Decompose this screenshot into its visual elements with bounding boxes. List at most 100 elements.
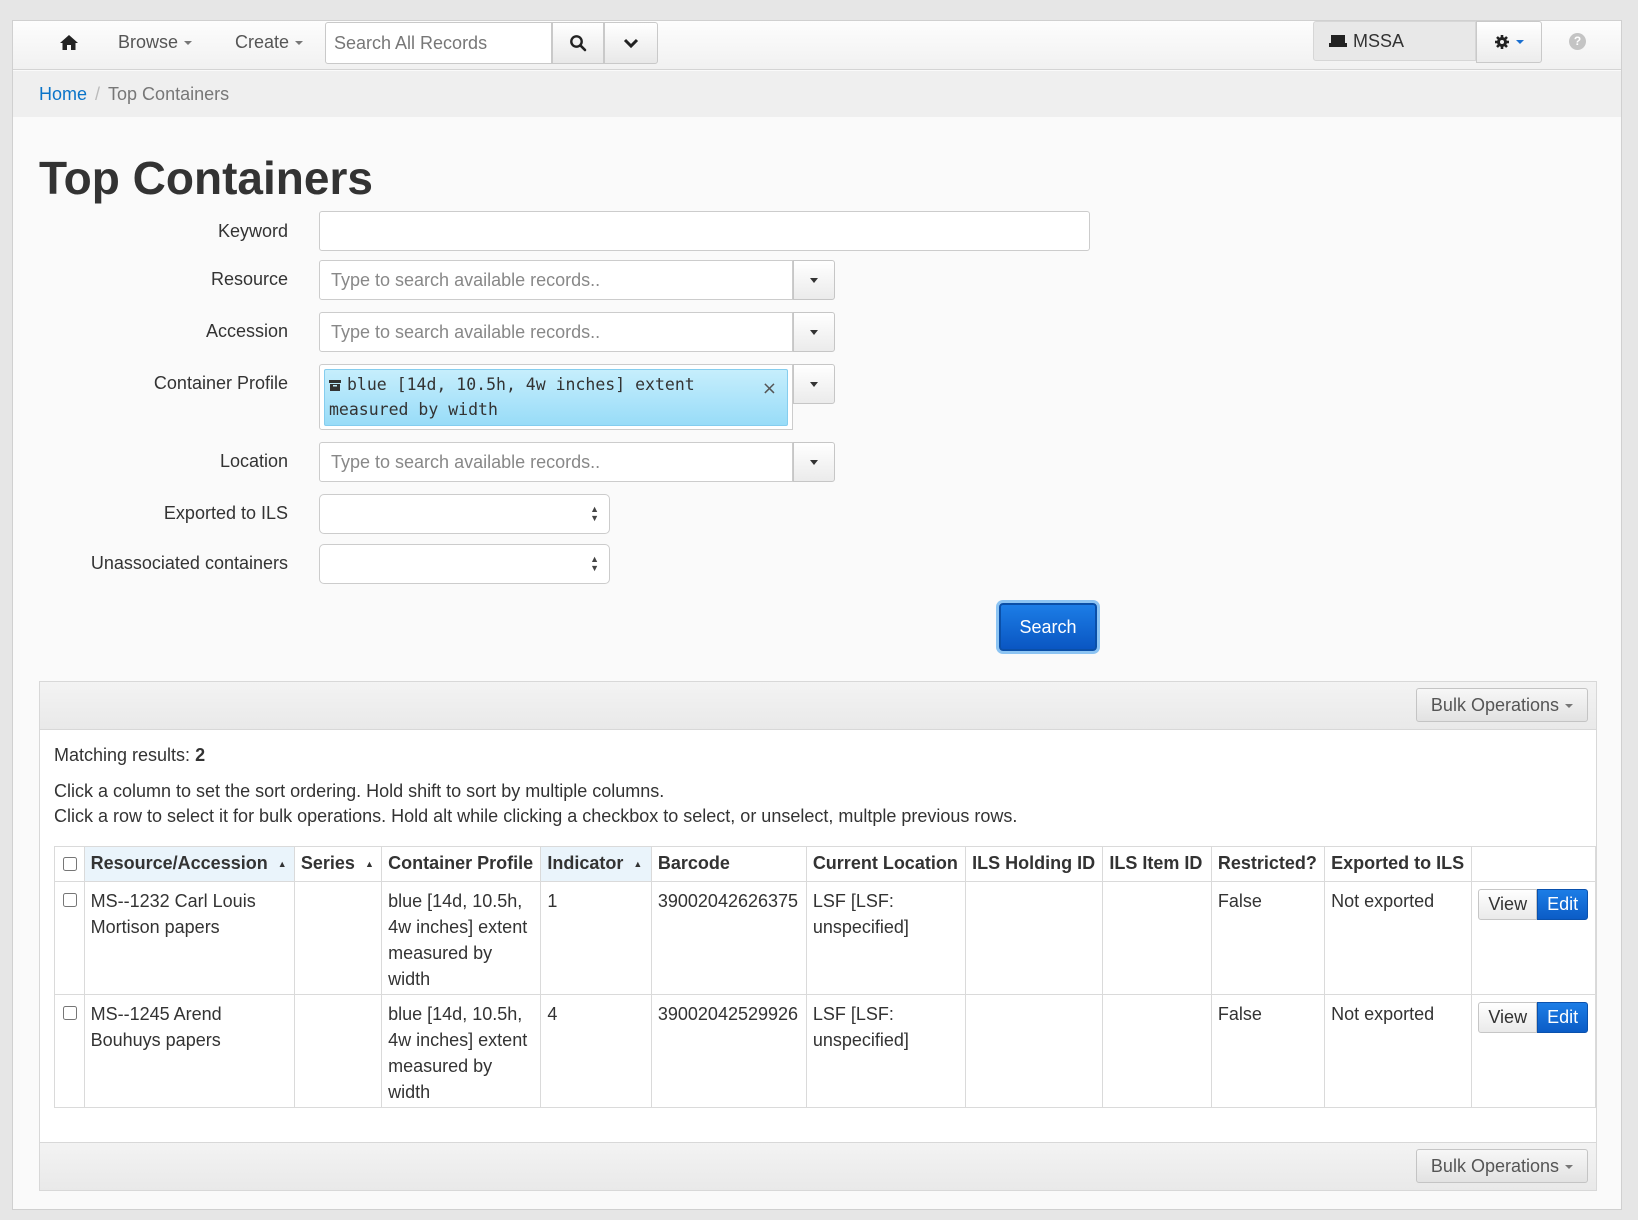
container-profile-dropdown-button[interactable] [793, 364, 835, 404]
caret-down-icon [1565, 703, 1573, 708]
search-submit-button[interactable]: Search [999, 603, 1097, 651]
caret-down-icon [810, 329, 818, 335]
col-current-location[interactable]: Current Location [805, 846, 967, 882]
col-exported-to-ils[interactable]: Exported to ILS [1324, 846, 1473, 882]
keyword-input[interactable] [319, 211, 1090, 251]
cell-location: LSF [LSF: unspecified] [805, 994, 967, 1108]
bulk-operations-button[interactable]: Bulk Operations [1415, 688, 1588, 722]
search-button[interactable] [552, 22, 604, 64]
breadcrumb: Home / Top Containers [13, 71, 1621, 117]
col-container-profile[interactable]: Container Profile [381, 846, 542, 882]
col-ils-item-id[interactable]: ILS Item ID [1102, 846, 1212, 882]
bulk-operations-label: Bulk Operations [1430, 694, 1559, 715]
col-series[interactable]: Series ▲ [293, 846, 383, 882]
search-all-input[interactable] [325, 22, 552, 64]
breadcrumb-home-link[interactable]: Home [39, 84, 87, 104]
exported-select[interactable]: ▲ ▼ [319, 494, 610, 534]
col-resource-accession[interactable]: Resource/Accession ▲ [83, 846, 295, 882]
cell-resource: MS--1232 Carl Louis Mortison papers [83, 881, 295, 995]
row-checkbox[interactable] [63, 1006, 77, 1020]
select-all-checkbox[interactable] [63, 857, 77, 871]
resource-dropdown-button[interactable] [793, 260, 835, 300]
container-profile-label: Container Profile [153, 373, 288, 393]
close-icon[interactable]: × [762, 376, 777, 401]
caret-down-icon [810, 277, 818, 283]
cell-barcode: 39002042626375 [650, 881, 807, 995]
cell-indicator: 1 [540, 881, 652, 995]
browse-menu[interactable]: Browse [118, 32, 193, 53]
edit-button[interactable]: Edit [1537, 889, 1589, 920]
unassociated-select[interactable]: ▲ ▼ [319, 544, 610, 584]
chevron-down-icon [623, 38, 639, 49]
cell-series [293, 881, 383, 995]
create-label: Create [235, 32, 290, 52]
accession-typeahead-input[interactable] [319, 312, 793, 352]
keyword-label: Keyword [217, 221, 288, 241]
select-help-text: Click a row to select it for bulk operat… [54, 806, 1018, 826]
col-exported-label: Exported to ILS [1331, 853, 1465, 873]
col-barcode[interactable]: Barcode [650, 846, 807, 882]
browse-label: Browse [118, 32, 179, 52]
matching-results-count: 2 [195, 745, 206, 765]
matching-results-label: Matching results: [54, 745, 191, 765]
cell-series [293, 994, 383, 1108]
help-icon[interactable]: ? [1569, 33, 1586, 50]
cell-actions: View Edit [1471, 881, 1596, 995]
create-menu[interactable]: Create [235, 32, 304, 53]
cell-indicator: 4 [540, 994, 652, 1108]
results-toolbar-top: Bulk Operations [40, 682, 1596, 730]
col-profile-label: Container Profile [388, 853, 534, 873]
table-row[interactable]: MS--1232 Carl Louis Mortison papers blue… [54, 881, 1596, 995]
view-button[interactable]: View [1478, 1002, 1538, 1033]
results-panel: Bulk Operations Matching results: 2 Clic… [39, 681, 1597, 1191]
sort-help-text: Click a column to set the sort ordering.… [54, 781, 665, 801]
col-restricted-label: Restricted? [1217, 853, 1317, 873]
caret-down-icon [295, 41, 304, 46]
col-series-label: Series [300, 853, 355, 873]
caret-down-icon [810, 381, 818, 387]
breadcrumb-separator: / [95, 84, 101, 104]
repository-button[interactable]: MSSA [1313, 21, 1476, 61]
resource-typeahead-input[interactable] [319, 260, 793, 300]
results-toolbar-bottom: Bulk Operations [40, 1142, 1596, 1190]
col-barcode-label: Barcode [657, 853, 730, 873]
select-all-header[interactable] [54, 846, 85, 882]
container-profile-token-text: blue [14d, 10.5h, 4w inches] extent meas… [329, 375, 695, 419]
cell-barcode: 39002042529926 [650, 994, 807, 1108]
table-row[interactable]: MS--1245 Arend Bouhuys papers blue [14d,… [54, 994, 1596, 1108]
location-dropdown-button[interactable] [793, 442, 835, 482]
col-ils-holding-label: ILS Holding ID [972, 853, 1096, 873]
home-icon[interactable] [57, 31, 81, 55]
select-arrows-icon: ▲ ▼ [590, 554, 599, 573]
row-checkbox[interactable] [63, 893, 77, 907]
container-profile-token[interactable]: blue [14d, 10.5h, 4w inches] extent meas… [324, 369, 788, 426]
accession-dropdown-button[interactable] [793, 312, 835, 352]
row-select-cell[interactable] [54, 994, 85, 1108]
cell-ils-item [1102, 881, 1212, 995]
accession-label: Accession [205, 321, 288, 341]
cell-ils-holding [965, 994, 1104, 1108]
cell-restricted: False [1210, 994, 1326, 1108]
cell-ils-item [1102, 994, 1212, 1108]
view-button[interactable]: View [1478, 889, 1538, 920]
col-ils-holding-id[interactable]: ILS Holding ID [965, 846, 1104, 882]
settings-menu[interactable] [1476, 21, 1542, 63]
sort-asc-icon: ▲ [364, 859, 374, 869]
sort-asc-icon: ▲ [277, 859, 287, 869]
bulk-operations-button[interactable]: Bulk Operations [1415, 1149, 1588, 1183]
caret-down-icon [184, 41, 193, 46]
container-profile-token-field[interactable]: blue [14d, 10.5h, 4w inches] extent meas… [319, 364, 793, 430]
advanced-search-toggle[interactable] [604, 22, 658, 64]
col-restricted[interactable]: Restricted? [1210, 846, 1326, 882]
gear-icon [1495, 35, 1509, 49]
row-select-cell[interactable] [54, 881, 85, 995]
col-indicator[interactable]: Indicator ▲ [540, 846, 652, 882]
search-icon [570, 35, 587, 52]
navbar: Browse Create MSSA ? [13, 21, 1621, 70]
location-typeahead-input[interactable] [319, 442, 793, 482]
cell-actions: View Edit [1471, 994, 1596, 1108]
page-title: Top Containers [39, 152, 373, 204]
edit-button[interactable]: Edit [1537, 1002, 1589, 1033]
caret-down-icon [1565, 1164, 1573, 1169]
caret-down-icon [810, 459, 818, 465]
